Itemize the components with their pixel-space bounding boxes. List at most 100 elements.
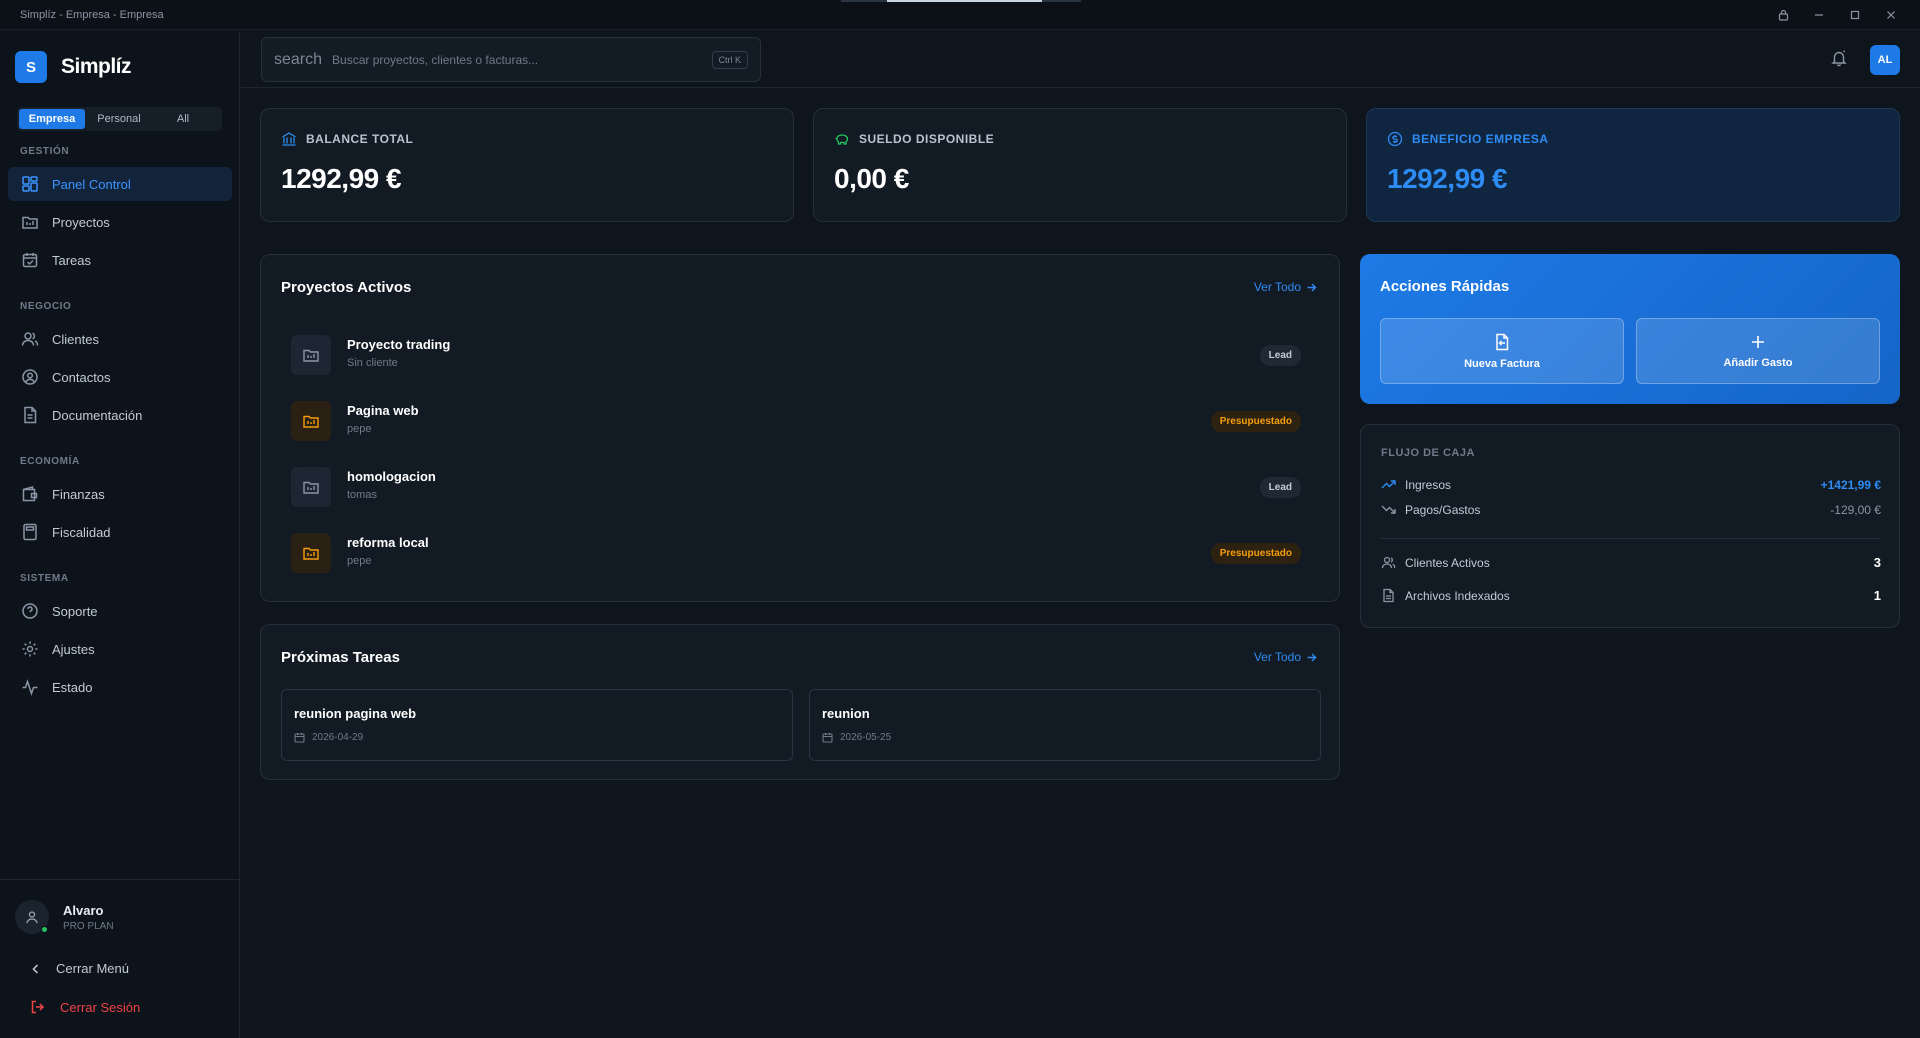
avatar (15, 900, 49, 934)
income-value: +1421,99 € (1820, 477, 1881, 492)
upcoming-tasks-title: Próximas Tareas (281, 649, 400, 666)
calendar-icon (294, 732, 305, 743)
scope-switcher: Empresa Personal All (17, 107, 222, 131)
plus-icon (1750, 334, 1766, 350)
chevron-left-icon (30, 963, 42, 975)
logout-label: Cerrar Sesión (60, 999, 141, 1015)
sidebar: S Simplíz Empresa Personal All GESTIÓN P… (0, 31, 240, 1038)
calculator-icon (20, 522, 40, 542)
active-clients-value: 3 (1873, 555, 1881, 570)
status-badge: Lead (1259, 345, 1301, 366)
arrow-right-icon (1306, 282, 1317, 293)
sidebar-item-ajustes[interactable]: Ajustes (8, 632, 232, 666)
sidebar-item-finanzas[interactable]: Finanzas (8, 477, 232, 511)
wallet-icon (20, 484, 40, 504)
stat-card-beneficio: BENEFICIO EMPRESA 1292,99 € (1366, 108, 1900, 222)
active-projects-card: Proyectos Activos Ver Todo Proyecto trad… (260, 254, 1340, 602)
sidebar-item-clientes[interactable]: Clientes (8, 322, 232, 356)
brand-name: Simplíz (61, 55, 132, 78)
sidebar-item-fiscalidad[interactable]: Fiscalidad (8, 515, 232, 549)
search-bar[interactable]: search Ctrl K (261, 37, 761, 82)
project-folder-icon (291, 401, 331, 441)
help-icon (20, 601, 40, 621)
close-menu-button[interactable]: Cerrar Menú (30, 961, 129, 976)
active-clients-label: Clientes Activos (1405, 555, 1490, 570)
project-row[interactable]: Pagina web pepe Presupuestado (291, 395, 1301, 455)
project-client: tomas (347, 489, 377, 501)
upcoming-tasks-card: Próximas Tareas Ver Todo reunion pagina … (260, 624, 1340, 780)
task-card[interactable]: reunion 2026-05-25 (809, 689, 1321, 761)
notifications-button[interactable] (1830, 49, 1848, 67)
project-row[interactable]: Proyecto trading Sin cliente Lead (291, 329, 1301, 389)
task-date-text: 2026-04-29 (312, 732, 364, 743)
invoice-icon (1493, 333, 1511, 351)
scope-tab-personal[interactable]: Personal (85, 109, 153, 129)
dollar-circle-icon (1387, 131, 1403, 147)
projects-see-all-link[interactable]: Ver Todo (1254, 280, 1317, 294)
logout-button[interactable]: Cerrar Sesión (30, 999, 140, 1015)
expenses-label: Pagos/Gastos (1405, 502, 1481, 517)
file-icon (1381, 588, 1396, 603)
tasks-see-all-link[interactable]: Ver Todo (1254, 650, 1317, 664)
project-name: Proyecto trading (347, 337, 451, 352)
search-icon: search (274, 50, 323, 68)
new-invoice-button[interactable]: Nueva Factura (1380, 318, 1624, 384)
lock-icon[interactable] (1774, 6, 1792, 24)
user-profile[interactable]: Alvaro PRO PLAN (15, 900, 114, 934)
close-icon[interactable] (1882, 6, 1900, 24)
quick-actions-card: Acciones Rápidas Nueva Factura Añadir Ga… (1360, 254, 1900, 404)
trending-down-icon (1381, 502, 1396, 517)
gear-icon (20, 639, 40, 659)
sidebar-item-estado[interactable]: Estado (8, 670, 232, 704)
project-folder-icon (291, 467, 331, 507)
task-card[interactable]: reunion pagina web 2026-04-29 (281, 689, 793, 761)
add-expense-button[interactable]: Añadir Gasto (1636, 318, 1880, 384)
sidebar-item-panel-control[interactable]: Panel Control (8, 167, 232, 201)
task-date: 2026-05-25 (822, 732, 891, 743)
folder-icon (20, 212, 40, 232)
scope-tab-empresa[interactable]: Empresa (19, 109, 85, 129)
maximize-icon[interactable] (1846, 6, 1864, 24)
section-label-negocio: NEGOCIO (20, 301, 72, 312)
cashflow-title: FLUJO DE CAJA (1381, 447, 1475, 459)
sidebar-item-label: Finanzas (52, 486, 105, 502)
income-label: Ingresos (1405, 477, 1452, 492)
cashflow-files-row: Archivos Indexados 1 (1381, 588, 1881, 603)
scope-tab-all[interactable]: All (153, 109, 213, 129)
user-avatar-button[interactable]: AL (1870, 45, 1900, 75)
sidebar-item-label: Panel Control (52, 176, 131, 192)
sidebar-item-soporte[interactable]: Soporte (8, 594, 232, 628)
minimize-icon[interactable] (1810, 6, 1828, 24)
project-row[interactable]: homologacion tomas Lead (291, 461, 1301, 521)
project-row[interactable]: reforma local pepe Presupuestado (291, 527, 1301, 587)
sidebar-item-documentacion[interactable]: Documentación (8, 398, 232, 432)
sidebar-item-label: Soporte (52, 603, 98, 619)
sidebar-item-tareas[interactable]: Tareas (8, 243, 232, 277)
sidebar-item-label: Fiscalidad (52, 524, 111, 540)
window-title: Simplíz - Empresa - Empresa (20, 8, 164, 21)
sidebar-item-label: Tareas (52, 252, 92, 268)
quick-actions-title: Acciones Rápidas (1380, 278, 1510, 295)
contact-icon (20, 367, 40, 387)
section-label-gestion: GESTIÓN (20, 146, 70, 157)
project-name: reforma local (347, 535, 429, 550)
bank-icon (281, 131, 297, 147)
brand[interactable]: S Simplíz (15, 51, 132, 83)
task-name: reunion (822, 706, 870, 721)
stat-label-text: SUELDO DISPONIBLE (859, 132, 995, 146)
logout-icon (30, 999, 46, 1015)
dashboard-icon (20, 174, 40, 194)
search-input[interactable] (332, 52, 712, 67)
project-folder-icon (291, 533, 331, 573)
expenses-value: -129,00 € (1830, 502, 1881, 517)
project-name: Pagina web (347, 403, 419, 418)
online-status-dot (41, 926, 48, 933)
task-date-text: 2026-05-25 (840, 732, 892, 743)
project-client: pepe (347, 555, 372, 567)
calendar-icon (822, 732, 833, 743)
sidebar-item-label: Documentación (52, 407, 143, 423)
sidebar-item-contactos[interactable]: Contactos (8, 360, 232, 394)
trending-up-icon (1381, 477, 1396, 492)
sidebar-item-proyectos[interactable]: Proyectos (8, 205, 232, 239)
stat-value: 1292,99 € (281, 163, 402, 194)
